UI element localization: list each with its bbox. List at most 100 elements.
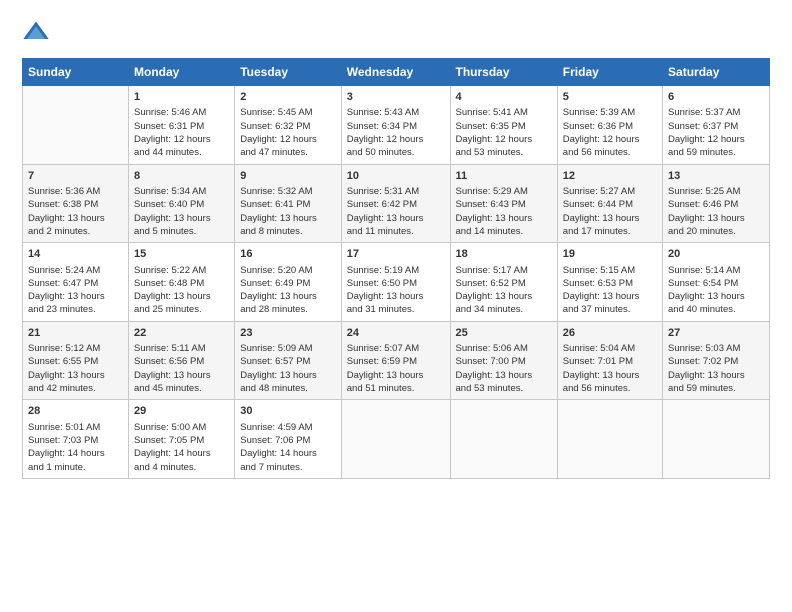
calendar-cell: 9Sunrise: 5:32 AM Sunset: 6:41 PM Daylig… (235, 164, 342, 243)
day-number: 17 (347, 247, 445, 262)
calendar-cell: 22Sunrise: 5:11 AM Sunset: 6:56 PM Dayli… (129, 321, 235, 400)
day-info: Sunrise: 5:36 AM Sunset: 6:38 PM Dayligh… (28, 185, 123, 238)
calendar-cell: 18 Sunrise: 5:17 AM Sunset: 6:52 PM Dayli… (450, 243, 557, 322)
day-info: Sunrise: 5:34 AM Sunset: 6:40 PM Dayligh… (134, 185, 229, 238)
col-header-thursday: Thursday (450, 59, 557, 86)
day-info: Sunrise: 5:45 AM Sunset: 6:32 PM Dayligh… (240, 106, 336, 159)
calendar-cell: 29 Sunrise: 5:00 AM Sunset: 7:05 PM Dayli… (129, 400, 235, 479)
day-number: 24 (347, 326, 445, 341)
calendar-cell: 23Sunrise: 5:09 AM Sunset: 6:57 PM Dayli… (235, 321, 342, 400)
week-row-3: 14Sunrise: 5:24 AM Sunset: 6:47 PM Dayli… (23, 243, 770, 322)
day-number: 11 (456, 169, 552, 184)
day-number: 22 (134, 326, 229, 341)
day-info: Sunrise: 5:00 AM Sunset: 7:05 PM Dayligh… (134, 421, 229, 474)
calendar-table: SundayMondayTuesdayWednesdayThursdayFrid… (22, 58, 770, 479)
day-number: 23 (240, 326, 336, 341)
day-info: Sunrise: 5:25 AM Sunset: 6:46 PM Dayligh… (668, 185, 764, 238)
day-number: 21 (28, 326, 123, 341)
day-number: 15 (134, 247, 229, 262)
day-info: Sunrise: 5:17 AM Sunset: 6:52 PM Dayligh… (456, 264, 552, 317)
day-info: Sunrise: 4:59 AM Sunset: 7:06 PM Dayligh… (240, 421, 336, 474)
calendar-cell: 14Sunrise: 5:24 AM Sunset: 6:47 PM Dayli… (23, 243, 129, 322)
day-info: Sunrise: 5:15 AM Sunset: 6:53 PM Dayligh… (563, 264, 657, 317)
day-info: Sunrise: 5:19 AM Sunset: 6:50 PM Dayligh… (347, 264, 445, 317)
calendar-cell: 4Sunrise: 5:41 AM Sunset: 6:35 PM Daylig… (450, 86, 557, 165)
calendar-cell: 21Sunrise: 5:12 AM Sunset: 6:55 PM Dayli… (23, 321, 129, 400)
calendar-cell: 17 Sunrise: 5:19 AM Sunset: 6:50 PM Dayli… (341, 243, 450, 322)
day-info: Sunrise: 5:43 AM Sunset: 6:34 PM Dayligh… (347, 106, 445, 159)
day-info: Sunrise: 5:37 AM Sunset: 6:37 PM Dayligh… (668, 106, 764, 159)
col-header-wednesday: Wednesday (341, 59, 450, 86)
page: SundayMondayTuesdayWednesdayThursdayFrid… (0, 0, 792, 489)
col-header-saturday: Saturday (663, 59, 770, 86)
day-number: 29 (134, 404, 229, 419)
calendar-cell (557, 400, 662, 479)
day-number: 25 (456, 326, 552, 341)
header (22, 18, 770, 46)
calendar-cell: 27Sunrise: 5:03 AM Sunset: 7:02 PM Dayli… (663, 321, 770, 400)
day-info: Sunrise: 5:32 AM Sunset: 6:41 PM Dayligh… (240, 185, 336, 238)
day-number: 6 (668, 90, 764, 105)
calendar-cell: 15 Sunrise: 5:22 AM Sunset: 6:48 PM Dayli… (129, 243, 235, 322)
day-info: Sunrise: 5:11 AM Sunset: 6:56 PM Dayligh… (134, 342, 229, 395)
day-info: Sunrise: 5:01 AM Sunset: 7:03 PM Dayligh… (28, 421, 123, 474)
day-number: 13 (668, 169, 764, 184)
day-info: Sunrise: 5:04 AM Sunset: 7:01 PM Dayligh… (563, 342, 657, 395)
day-number: 4 (456, 90, 552, 105)
day-number: 10 (347, 169, 445, 184)
day-number: 30 (240, 404, 336, 419)
calendar-cell: 24Sunrise: 5:07 AM Sunset: 6:59 PM Dayli… (341, 321, 450, 400)
day-info: Sunrise: 5:31 AM Sunset: 6:42 PM Dayligh… (347, 185, 445, 238)
day-number: 16 (240, 247, 336, 262)
calendar-cell: 11Sunrise: 5:29 AM Sunset: 6:43 PM Dayli… (450, 164, 557, 243)
day-number: 27 (668, 326, 764, 341)
calendar-cell: 3Sunrise: 5:43 AM Sunset: 6:34 PM Daylig… (341, 86, 450, 165)
week-row-2: 7Sunrise: 5:36 AM Sunset: 6:38 PM Daylig… (23, 164, 770, 243)
day-info: Sunrise: 5:07 AM Sunset: 6:59 PM Dayligh… (347, 342, 445, 395)
col-header-friday: Friday (557, 59, 662, 86)
day-info: Sunrise: 5:27 AM Sunset: 6:44 PM Dayligh… (563, 185, 657, 238)
day-number: 1 (134, 90, 229, 105)
week-row-5: 28 Sunrise: 5:01 AM Sunset: 7:03 PM Dayli… (23, 400, 770, 479)
day-number: 5 (563, 90, 657, 105)
calendar-cell: 26Sunrise: 5:04 AM Sunset: 7:01 PM Dayli… (557, 321, 662, 400)
col-header-sunday: Sunday (23, 59, 129, 86)
day-number: 8 (134, 169, 229, 184)
day-number: 19 (563, 247, 657, 262)
calendar-cell: 16 Sunrise: 5:20 AM Sunset: 6:49 PM Dayli… (235, 243, 342, 322)
calendar-cell (450, 400, 557, 479)
day-number: 18 (456, 247, 552, 262)
calendar-cell: 7Sunrise: 5:36 AM Sunset: 6:38 PM Daylig… (23, 164, 129, 243)
day-number: 9 (240, 169, 336, 184)
day-info: Sunrise: 5:06 AM Sunset: 7:00 PM Dayligh… (456, 342, 552, 395)
calendar-cell (23, 86, 129, 165)
calendar-cell: 2Sunrise: 5:45 AM Sunset: 6:32 PM Daylig… (235, 86, 342, 165)
calendar-cell: 12Sunrise: 5:27 AM Sunset: 6:44 PM Dayli… (557, 164, 662, 243)
calendar-cell: 25Sunrise: 5:06 AM Sunset: 7:00 PM Dayli… (450, 321, 557, 400)
logo-icon (22, 18, 50, 46)
calendar-cell: 19 Sunrise: 5:15 AM Sunset: 6:53 PM Dayli… (557, 243, 662, 322)
col-header-monday: Monday (129, 59, 235, 86)
day-info: Sunrise: 5:03 AM Sunset: 7:02 PM Dayligh… (668, 342, 764, 395)
week-row-4: 21Sunrise: 5:12 AM Sunset: 6:55 PM Dayli… (23, 321, 770, 400)
calendar-cell (341, 400, 450, 479)
day-info: Sunrise: 5:12 AM Sunset: 6:55 PM Dayligh… (28, 342, 123, 395)
day-number: 2 (240, 90, 336, 105)
calendar-cell: 5Sunrise: 5:39 AM Sunset: 6:36 PM Daylig… (557, 86, 662, 165)
day-info: Sunrise: 5:20 AM Sunset: 6:49 PM Dayligh… (240, 264, 336, 317)
day-number: 12 (563, 169, 657, 184)
day-number: 3 (347, 90, 445, 105)
day-number: 20 (668, 247, 764, 262)
calendar-cell: 6Sunrise: 5:37 AM Sunset: 6:37 PM Daylig… (663, 86, 770, 165)
week-row-1: 1Sunrise: 5:46 AM Sunset: 6:31 PM Daylig… (23, 86, 770, 165)
day-info: Sunrise: 5:41 AM Sunset: 6:35 PM Dayligh… (456, 106, 552, 159)
calendar-header-row: SundayMondayTuesdayWednesdayThursdayFrid… (23, 59, 770, 86)
logo (22, 18, 56, 46)
day-info: Sunrise: 5:22 AM Sunset: 6:48 PM Dayligh… (134, 264, 229, 317)
calendar-cell: 10Sunrise: 5:31 AM Sunset: 6:42 PM Dayli… (341, 164, 450, 243)
day-number: 26 (563, 326, 657, 341)
day-info: Sunrise: 5:46 AM Sunset: 6:31 PM Dayligh… (134, 106, 229, 159)
calendar-cell: 30 Sunrise: 4:59 AM Sunset: 7:06 PM Dayli… (235, 400, 342, 479)
day-number: 28 (28, 404, 123, 419)
day-number: 14 (28, 247, 123, 262)
